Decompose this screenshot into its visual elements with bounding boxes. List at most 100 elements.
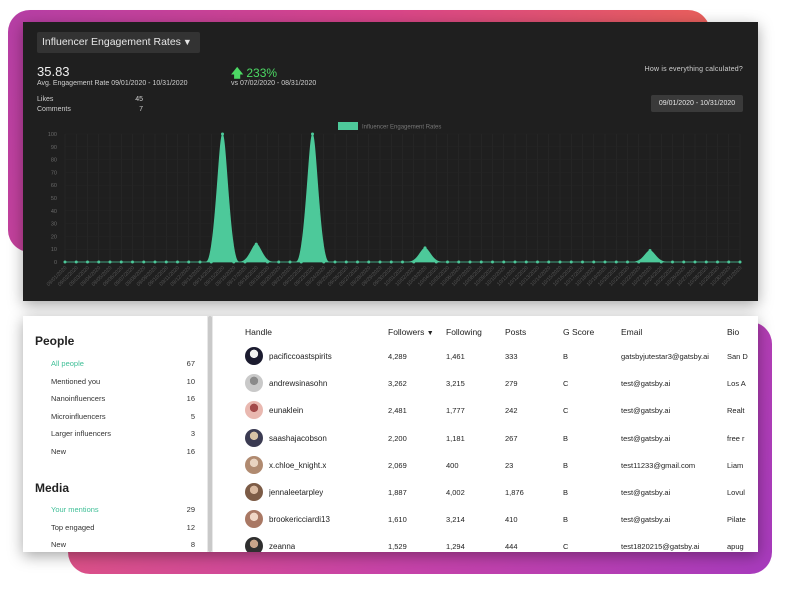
data-point <box>176 260 179 264</box>
comments-label: Comments <box>37 106 71 113</box>
row-bio: Pilate <box>727 515 746 525</box>
avatar[interactable] <box>245 347 263 365</box>
sidebar-item-count: 16 <box>186 394 195 404</box>
avatar[interactable] <box>245 428 263 447</box>
row-handle[interactable]: andrewsinasohn <box>269 379 327 388</box>
data-point <box>479 260 483 264</box>
column-header-following[interactable]: Following <box>446 327 482 337</box>
avg-engagement-caption: Avg. Engagement Rate 09/01/2020 - 10/31/… <box>37 80 188 87</box>
row-email[interactable]: test11233@gmail.com <box>621 461 695 470</box>
y-tick-label: 40 <box>51 209 57 215</box>
data-point <box>648 248 652 252</box>
row-posts: 267 <box>505 433 518 443</box>
data-point <box>131 260 134 264</box>
sidebar-item-media[interactable]: Your mentions 29 <box>51 505 195 514</box>
avatar[interactable] <box>245 374 263 393</box>
sidebar-item-people[interactable]: Microinfluencers 5 <box>51 412 195 421</box>
row-email[interactable]: test1820215@gatsby.ai <box>621 542 699 551</box>
row-bio: Lovul <box>727 488 745 497</box>
data-point <box>592 260 596 264</box>
likes-value: 45 <box>135 96 143 103</box>
column-header-posts[interactable]: Posts <box>505 327 526 337</box>
data-point <box>97 260 101 264</box>
y-tick-label: 100 <box>48 132 57 138</box>
sidebar-item-label: Larger influencers <box>51 429 112 439</box>
avatar[interactable] <box>245 537 263 552</box>
y-tick-label: 10 <box>51 247 57 253</box>
column-header-followers[interactable]: Followers ▼ <box>388 327 434 337</box>
avatar[interactable] <box>245 455 263 474</box>
date-range-button[interactable]: 09/01/2020 - 10/31/2020 <box>651 95 743 112</box>
sidebar-item-count: 3 <box>190 429 195 439</box>
row-followers: 1,529 <box>388 542 407 552</box>
data-point <box>502 260 506 264</box>
y-tick-label: 60 <box>51 183 57 189</box>
sidebar-item-count: 16 <box>186 447 195 456</box>
data-point <box>682 260 686 264</box>
row-email[interactable]: test@gatsby.ai <box>621 434 670 443</box>
sidebar-item-people[interactable]: Nanoinfluencers 16 <box>51 394 195 403</box>
row-posts: 23 <box>505 460 514 470</box>
sidebar-item-count: 5 <box>190 411 195 421</box>
row-handle[interactable]: eunaklein <box>269 406 303 415</box>
row-handle[interactable]: brookericciardi13 <box>269 515 330 524</box>
row-gscore: C <box>563 542 569 552</box>
row-following: 3,215 <box>446 379 465 389</box>
data-point <box>142 260 146 264</box>
row-followers: 4,289 <box>388 352 407 361</box>
row-handle[interactable]: pacificcoastspirits <box>269 352 332 361</box>
data-point <box>659 260 663 264</box>
row-email[interactable]: test@gatsby.ai <box>621 379 670 388</box>
data-point <box>569 260 573 264</box>
row-handle[interactable]: x.chloe_knight.x <box>269 461 326 470</box>
metric-dropdown[interactable]: Influencer Engagement Rates ▼ <box>37 32 200 53</box>
influencer-table: Handle Followers ▼ Following Posts G Sco… <box>213 316 758 552</box>
data-point <box>727 260 731 264</box>
sidebar-item-count: 8 <box>190 540 195 550</box>
column-header-bio[interactable]: Bio <box>727 327 739 337</box>
data-point <box>468 260 472 264</box>
row-following: 4,002 <box>446 488 465 497</box>
sidebar-item-media[interactable]: Top engaged 12 <box>51 523 195 532</box>
sidebar-item-media[interactable]: New 8 <box>51 540 195 549</box>
y-tick-label: 70 <box>51 170 57 176</box>
column-header-gscore[interactable]: G Score <box>563 327 594 337</box>
avatar[interactable] <box>245 401 263 420</box>
calculation-help-link[interactable]: How is everything calculated? <box>645 66 743 73</box>
sidebar-item-count: 12 <box>186 522 195 532</box>
data-point <box>738 260 742 264</box>
row-followers: 2,200 <box>388 433 407 443</box>
data-point <box>603 260 607 264</box>
column-header-handle[interactable]: Handle <box>245 327 272 337</box>
row-email[interactable]: test@gatsby.ai <box>621 406 670 415</box>
data-point <box>288 260 292 264</box>
row-handle[interactable]: saashajacobson <box>269 434 327 443</box>
row-email[interactable]: test@gatsby.ai <box>621 515 670 524</box>
sidebar-item-people[interactable]: Larger influencers 3 <box>51 429 195 438</box>
data-point <box>637 260 641 264</box>
legend-label: Influencer Engagement Rates <box>362 125 441 131</box>
row-bio: Liam <box>727 460 744 470</box>
row-following: 1,294 <box>446 542 465 552</box>
row-following: 3,214 <box>446 515 465 525</box>
data-point <box>153 260 157 264</box>
sidebar-item-people[interactable]: All people 67 <box>51 359 195 368</box>
sidebar-item-people[interactable]: New 16 <box>51 447 195 456</box>
sidebar-item-label: Microinfluencers <box>51 411 106 421</box>
data-point <box>187 260 191 264</box>
row-handle[interactable]: jennaleetarpley <box>269 488 323 497</box>
data-point <box>581 260 584 264</box>
sidebar-item-people[interactable]: Mentioned you 10 <box>51 377 195 386</box>
data-point <box>412 260 416 264</box>
avatar[interactable] <box>245 483 263 501</box>
scrollbar-thumb[interactable] <box>208 316 212 552</box>
likes-label: Likes <box>37 96 54 103</box>
row-email[interactable]: test@gatsby.ai <box>621 488 670 497</box>
data-point <box>536 260 539 264</box>
row-following: 400 <box>446 460 459 470</box>
avatar[interactable] <box>245 510 263 529</box>
row-email[interactable]: gatsbyjutestar3@gatsby.ai <box>621 352 709 361</box>
row-handle[interactable]: zeanna <box>269 542 295 551</box>
column-header-email[interactable]: Email <box>621 327 642 337</box>
data-point <box>266 260 269 264</box>
